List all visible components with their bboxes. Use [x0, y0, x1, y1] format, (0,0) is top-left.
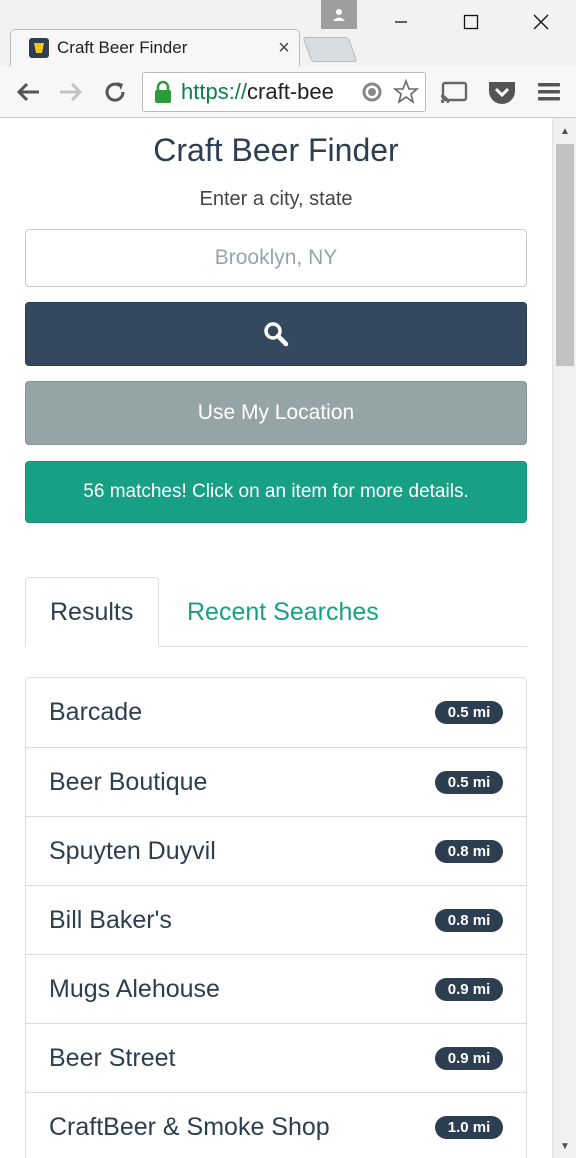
list-item[interactable]: Spuyten Duyvil 0.8 mi [26, 816, 526, 885]
pocket-button[interactable] [484, 74, 520, 110]
list-item[interactable]: CraftBeer & Smoke Shop 1.0 mi [26, 1092, 526, 1158]
browser-toolbar: https:// craft-bee [0, 66, 576, 118]
reload-icon [105, 82, 125, 102]
forward-arrow-icon [60, 82, 83, 102]
list-item[interactable]: Beer Street 0.9 mi [26, 1023, 526, 1092]
profile-button[interactable] [321, 0, 357, 29]
beer-favicon-icon [29, 38, 49, 58]
reload-button[interactable] [97, 74, 133, 110]
tab-recent-searches[interactable]: Recent Searches [163, 577, 403, 647]
close-icon [533, 14, 549, 30]
window-titlebar: Craft Beer Finder × [0, 0, 576, 66]
maximize-icon [463, 14, 479, 30]
distance-badge: 0.5 mi [435, 701, 503, 724]
hamburger-menu-icon [538, 83, 560, 101]
forward-button[interactable] [53, 74, 89, 110]
list-item-name: Beer Boutique [49, 767, 208, 796]
search-button[interactable] [25, 302, 527, 366]
vertical-scrollbar[interactable]: ▲ ▼ [552, 118, 576, 1158]
list-item-name: Mugs Alehouse [49, 974, 220, 1003]
use-my-location-button[interactable]: Use My Location [25, 381, 527, 445]
list-item[interactable]: Beer Boutique 0.5 mi [26, 747, 526, 816]
results-tabs: Results Recent Searches [25, 577, 527, 647]
list-item-name: Beer Street [49, 1043, 176, 1072]
distance-badge: 0.8 mi [435, 908, 503, 932]
url-scheme: https:// [181, 79, 248, 104]
list-item-name: Spuyten Duyvil [49, 836, 216, 865]
pocket-icon [489, 82, 515, 104]
city-search-input[interactable] [25, 229, 527, 287]
minimize-button[interactable] [366, 0, 436, 44]
tab-close-icon[interactable]: × [269, 37, 299, 60]
list-item[interactable]: Barcade 0.5 mi [26, 678, 526, 747]
menu-button[interactable] [531, 74, 567, 110]
page-title: Craft Beer Finder [153, 132, 399, 168]
star-icon [393, 79, 419, 104]
page-viewport: Craft Beer Finder Enter a city, state Us… [0, 118, 576, 1158]
list-item[interactable]: Mugs Alehouse 0.9 mi [26, 954, 526, 1023]
back-button[interactable] [10, 74, 46, 110]
location-target-button[interactable] [355, 74, 389, 110]
distance-badge: 0.9 mi [435, 977, 503, 1001]
search-icon [264, 322, 289, 347]
list-item-name: Barcade [49, 698, 143, 726]
tab-title: Craft Beer Finder [57, 38, 188, 57]
distance-badge: 0.8 mi [435, 839, 503, 863]
back-arrow-icon [16, 82, 39, 102]
results-alert: 56 matches! Click on an item for more de… [25, 461, 527, 523]
list-item-name: CraftBeer & Smoke Shop [49, 1112, 330, 1141]
tab-results[interactable]: Results [25, 577, 159, 647]
person-icon [333, 8, 345, 21]
url-host: craft-bee [247, 79, 334, 104]
scroll-up-arrow-icon[interactable]: ▲ [560, 126, 570, 137]
search-prompt: Enter a city, state [199, 188, 353, 210]
maximize-button[interactable] [436, 0, 506, 44]
lock-icon [155, 80, 171, 103]
cast-icon [440, 81, 468, 103]
close-window-button[interactable] [506, 0, 576, 44]
list-item[interactable]: Bill Baker's 0.8 mi [26, 885, 526, 954]
browser-tab[interactable]: Craft Beer Finder × [10, 29, 300, 66]
minimize-icon [395, 21, 407, 23]
distance-badge: 1.0 mi [435, 1115, 503, 1139]
list-item-name: Bill Baker's [49, 905, 172, 934]
crosshair-icon [362, 82, 382, 102]
distance-badge: 0.9 mi [435, 1046, 503, 1070]
distance-badge: 0.5 mi [435, 770, 503, 794]
scroll-down-arrow-icon[interactable]: ▼ [560, 1141, 570, 1152]
bookmark-star-button[interactable] [389, 74, 423, 110]
scroll-thumb[interactable] [556, 144, 574, 366]
results-list: Barcade 0.5 mi Beer Boutique 0.5 mi Spuy… [25, 677, 527, 1158]
new-tab-button[interactable] [302, 37, 358, 62]
cast-button[interactable] [436, 74, 472, 110]
